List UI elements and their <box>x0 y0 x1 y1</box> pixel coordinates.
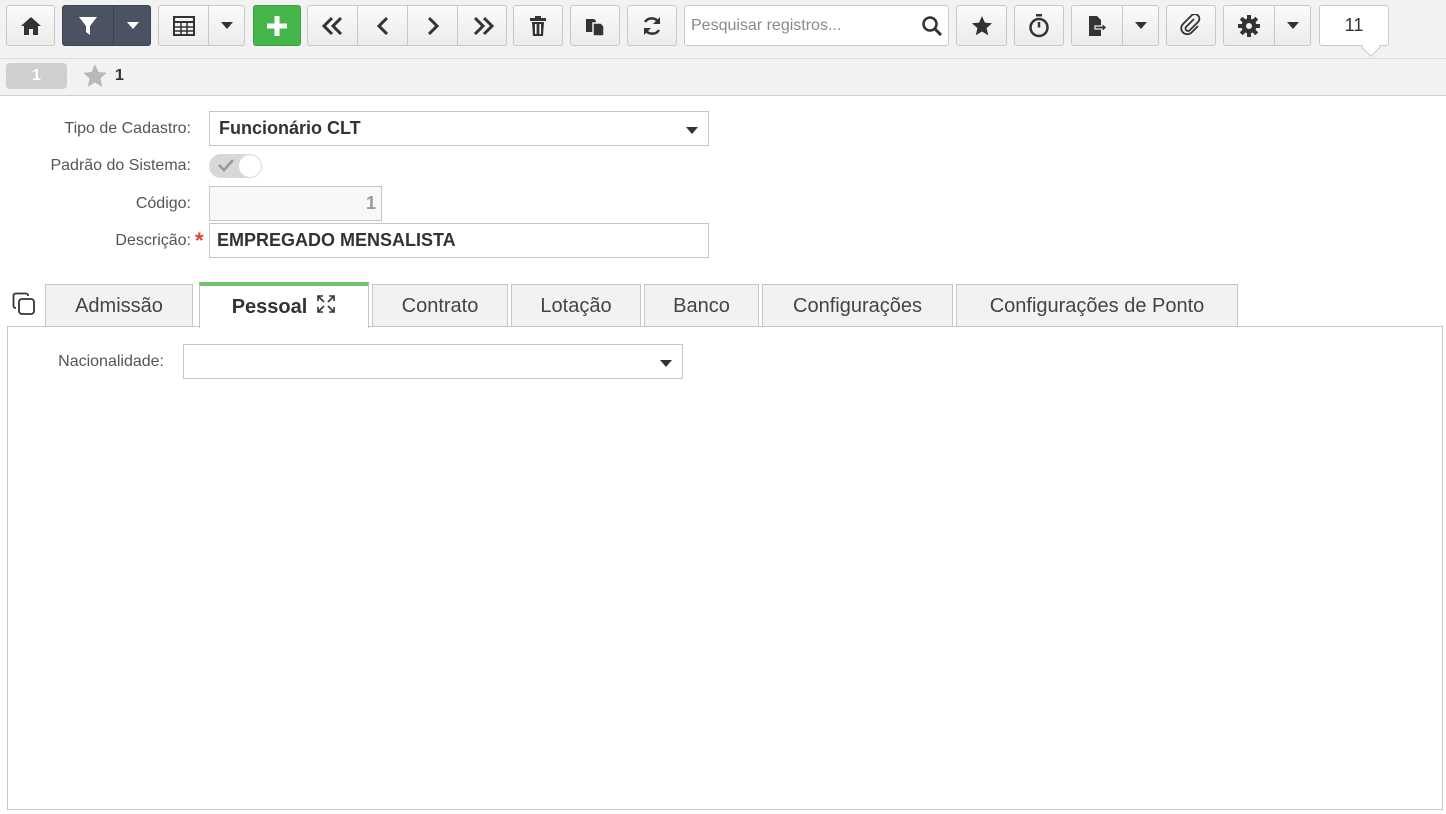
home-button[interactable] <box>6 5 55 46</box>
tab-label: Lotação <box>540 294 612 317</box>
record-number: 1 <box>32 67 41 84</box>
chevron-down-icon <box>126 21 139 29</box>
star-icon <box>971 15 992 35</box>
padrao-sistema-label: Padrão do Sistema: <box>50 157 191 174</box>
refresh-icon <box>643 16 661 35</box>
plus-icon <box>267 15 287 36</box>
tab-label: Configurações de Ponto <box>989 294 1205 317</box>
codigo-label: Código: <box>135 195 191 212</box>
descricao-input[interactable]: EMPREGADO MENSALISTA <box>209 223 709 258</box>
chevron-down-icon <box>1135 21 1147 29</box>
add-button[interactable] <box>253 5 301 46</box>
tipo-cadastro-select[interactable]: Funcionário CLT <box>209 111 709 146</box>
descricao-value: EMPREGADO MENSALISTA <box>217 230 456 250</box>
grid-icon <box>172 15 195 36</box>
export-dropdown-button[interactable] <box>1123 6 1159 45</box>
record-bar: 1 1 <box>0 58 1446 96</box>
next-icon <box>427 16 439 35</box>
duplicate-button[interactable] <box>570 5 620 46</box>
export-button[interactable] <box>1072 6 1122 45</box>
tab-label: Admissão <box>75 294 163 317</box>
settings-button[interactable] <box>1224 6 1274 45</box>
tab-label: Pessoal <box>231 295 308 318</box>
search-input[interactable] <box>691 14 916 38</box>
toolbar: 11 <box>0 0 1446 58</box>
nacionalidade-label: Nacionalidade: <box>58 353 164 370</box>
favorite-count: 1 <box>115 67 124 84</box>
chevron-down-icon <box>686 127 698 134</box>
tab-label: Configurações <box>793 294 922 317</box>
timer-icon <box>1029 13 1049 37</box>
delete-button[interactable] <box>513 5 563 46</box>
grid-button-group <box>158 5 245 46</box>
search-box <box>684 5 949 46</box>
chevron-down-icon <box>1287 21 1299 29</box>
record-counter-value: 11 <box>1344 15 1364 35</box>
codigo-value: 1 <box>365 193 376 213</box>
grid-view-button[interactable] <box>159 6 208 45</box>
tab-contrato[interactable]: Contrato <box>372 284 508 327</box>
previous-record-button[interactable] <box>358 6 407 45</box>
settings-button-group <box>1223 5 1311 46</box>
next-record-button[interactable] <box>408 6 457 45</box>
record-pill[interactable]: 1 <box>6 63 67 89</box>
record-counter[interactable]: 11 <box>1319 5 1389 57</box>
home-icon <box>20 16 41 35</box>
settings-dropdown-button[interactable] <box>1275 6 1311 45</box>
chevron-down-icon <box>221 21 233 29</box>
nacionalidade-select[interactable] <box>183 344 683 379</box>
tipo-cadastro-label: Tipo de Cadastro: <box>64 120 191 137</box>
paperclip-icon <box>1180 13 1201 35</box>
export-button-group <box>1071 5 1159 46</box>
filter-button-group <box>62 5 151 46</box>
tab-lotacao[interactable]: Lotação <box>511 284 641 327</box>
last-icon <box>473 16 494 35</box>
toggle-knob <box>239 155 261 177</box>
refresh-button[interactable] <box>627 5 677 46</box>
tab-panel-pessoal: Nacionalidade: <box>7 326 1443 810</box>
tab-configuracoes[interactable]: Configurações <box>762 284 953 327</box>
expand-icon[interactable] <box>316 294 336 320</box>
first-record-button[interactable] <box>308 6 357 45</box>
tab-pessoal[interactable]: Pessoal <box>199 282 369 328</box>
copy-icon <box>586 18 605 37</box>
timer-button[interactable] <box>1014 5 1064 46</box>
copy-tabs-icon[interactable] <box>12 292 36 321</box>
gear-icon <box>1238 14 1260 37</box>
descricao-label: Descrição: <box>115 232 191 249</box>
first-icon <box>321 16 342 35</box>
tab-configuracoes-ponto[interactable]: Configurações de Ponto <box>956 284 1238 327</box>
grid-dropdown-button[interactable] <box>209 6 245 45</box>
check-icon <box>218 158 234 177</box>
tab-admissao[interactable]: Admissão <box>45 284 193 327</box>
chevron-down-icon <box>660 360 672 367</box>
attachment-button[interactable] <box>1166 5 1216 46</box>
codigo-field: 1 <box>209 186 382 221</box>
tab-label: Contrato <box>401 294 479 317</box>
last-record-button[interactable] <box>458 6 507 45</box>
filter-dropdown-button[interactable] <box>114 6 151 45</box>
navigation-button-group <box>307 5 507 46</box>
filter-button[interactable] <box>63 6 113 45</box>
tab-label: Banco <box>673 294 730 317</box>
search-icon[interactable] <box>922 16 943 41</box>
tipo-cadastro-value: Funcionário CLT <box>219 118 361 138</box>
prev-icon <box>376 16 388 35</box>
export-icon <box>1089 15 1107 36</box>
trash-icon <box>530 15 546 36</box>
tab-banco[interactable]: Banco <box>644 284 759 327</box>
required-marker: * <box>195 228 204 253</box>
star-icon[interactable] <box>82 63 108 94</box>
padrao-sistema-toggle[interactable] <box>209 154 262 178</box>
favorite-button[interactable] <box>956 5 1007 46</box>
filter-icon <box>79 16 97 35</box>
